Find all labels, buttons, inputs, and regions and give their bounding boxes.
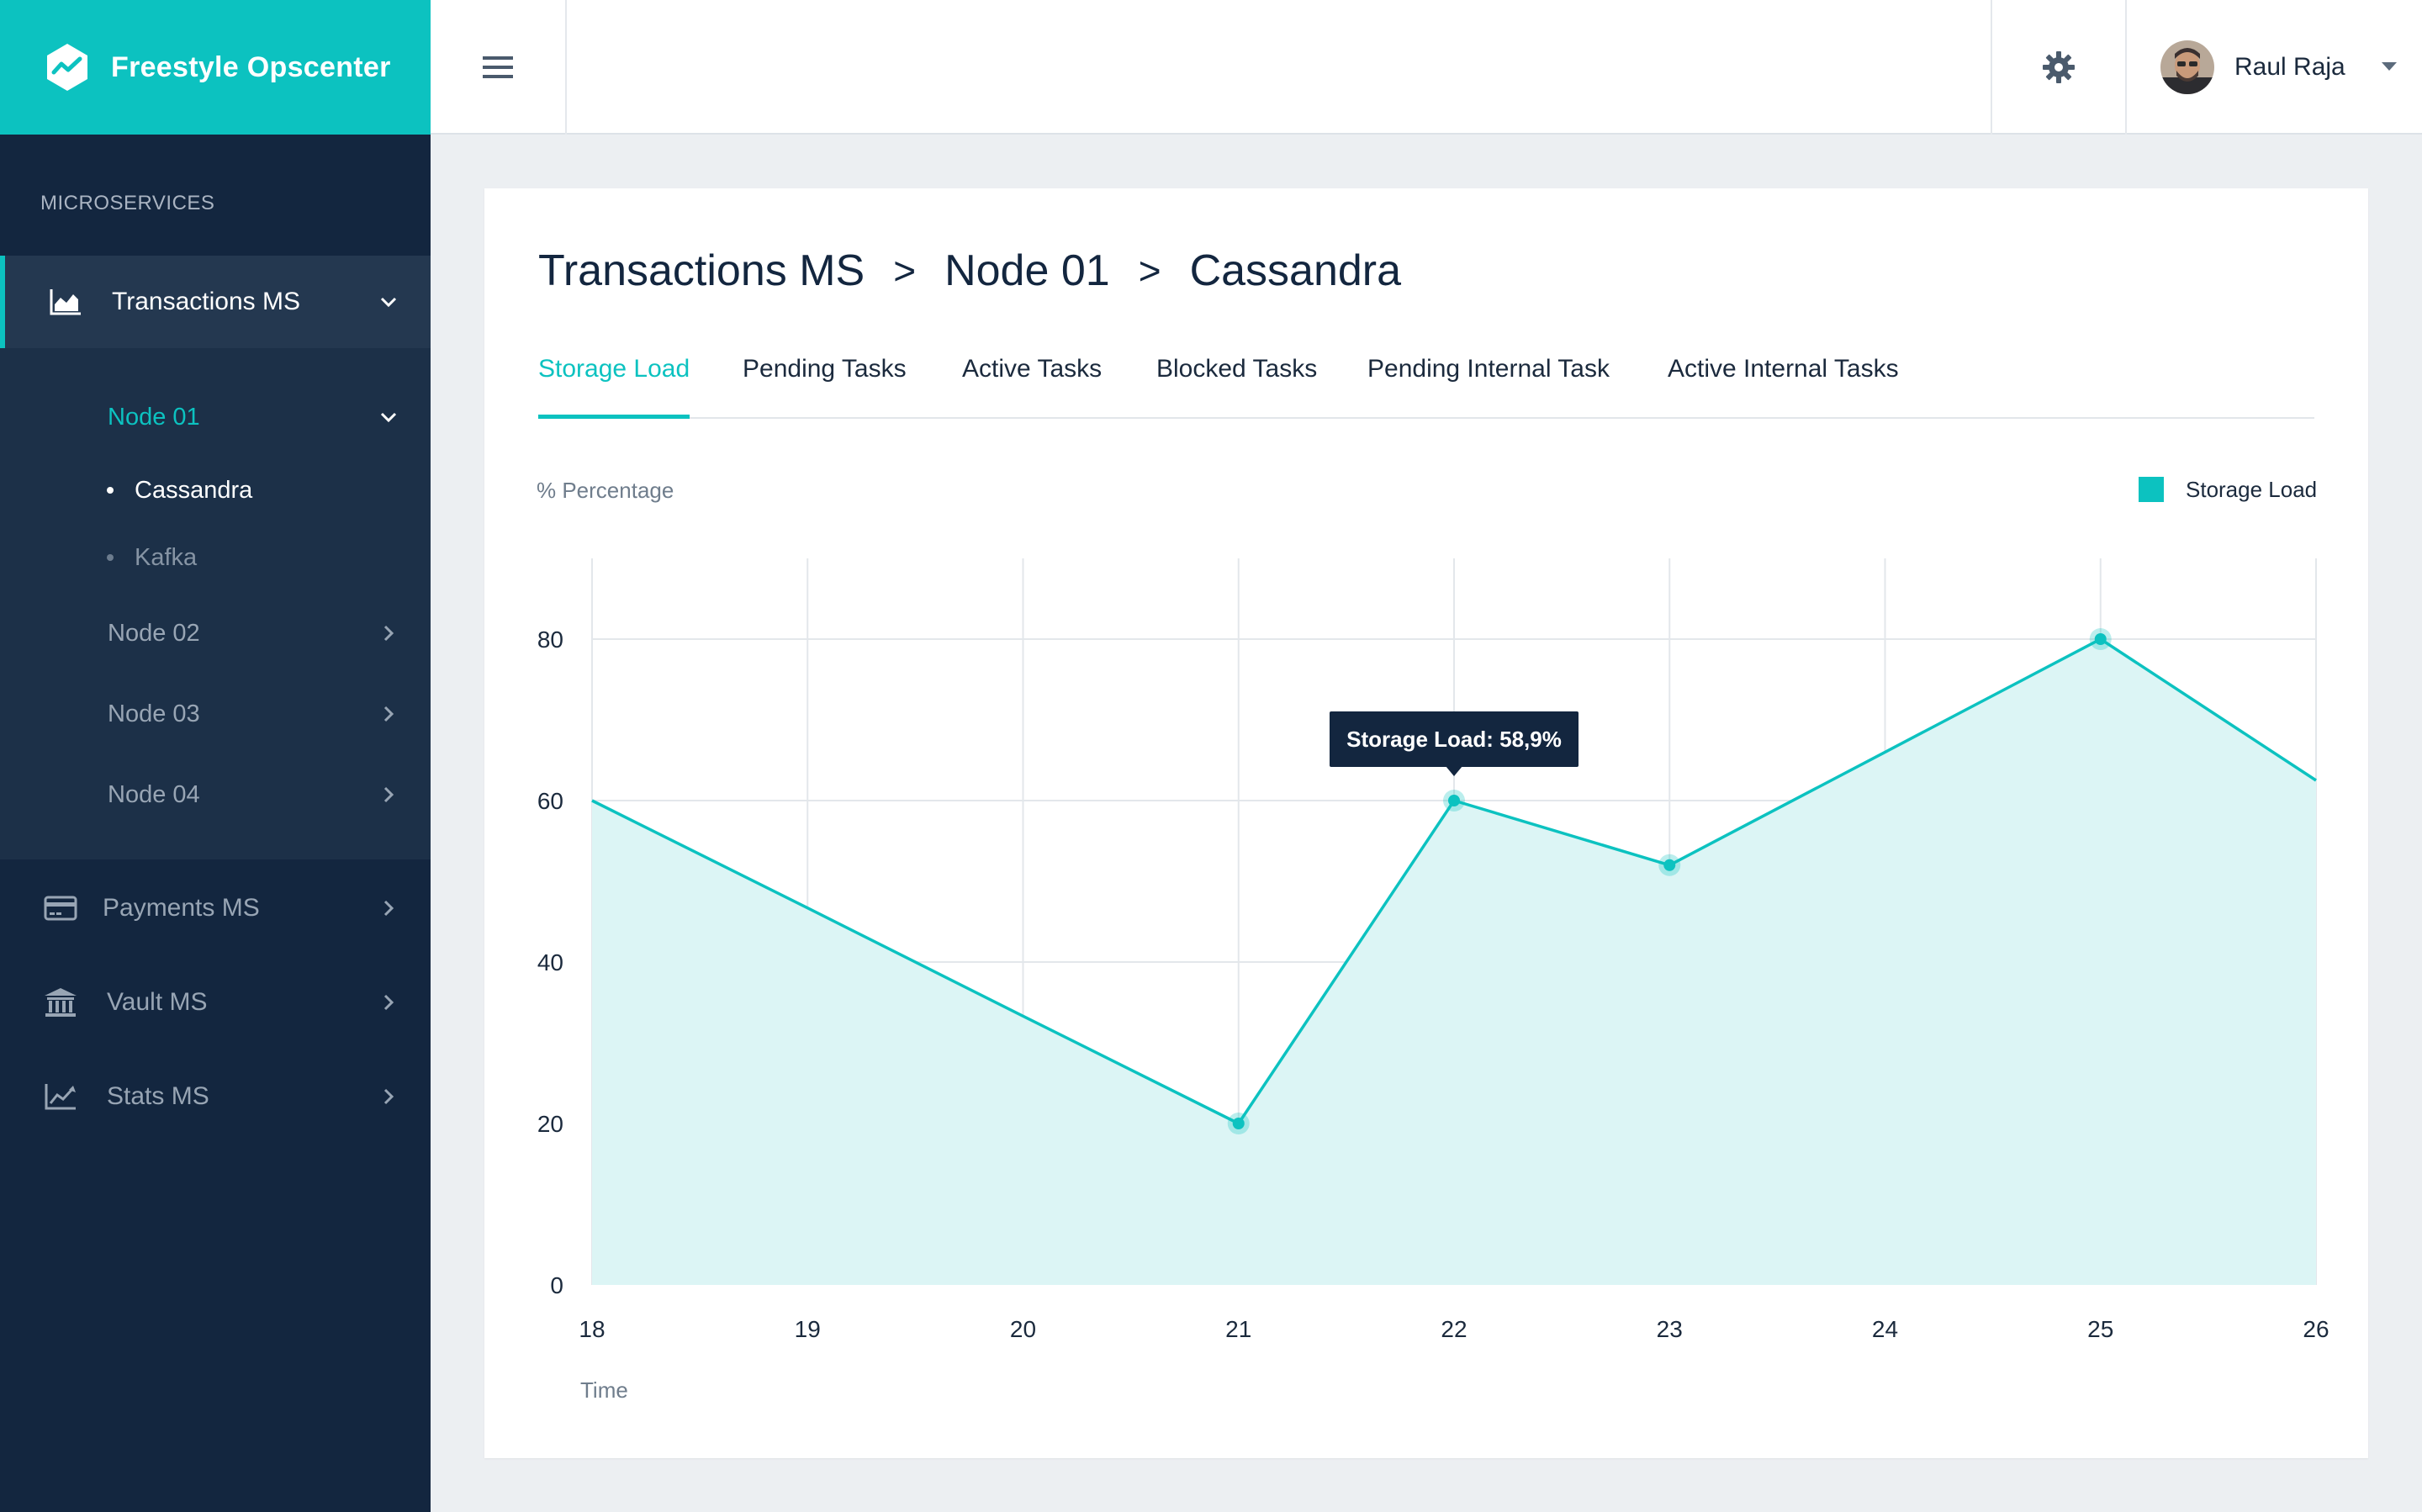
sidebar-item-label: Node 03	[108, 700, 200, 727]
y-axis-label: % Percentage	[537, 478, 674, 503]
y-tick-label: 40	[537, 949, 563, 975]
x-axis-label: Time	[580, 1377, 628, 1403]
sidebar-item-label: Stats MS	[107, 1082, 209, 1110]
area-chart-icon	[47, 283, 84, 320]
bullet-icon	[107, 487, 114, 494]
sidebar-item-stats-ms[interactable]: Stats MS	[0, 1071, 431, 1122]
bank-icon	[42, 984, 79, 1021]
sidebar-item-node-02[interactable]: Node 02	[0, 608, 431, 658]
hamburger-icon	[483, 56, 513, 78]
chevron-right-icon	[378, 704, 399, 724]
chevron-right-icon	[378, 785, 399, 805]
tooltip-arrow	[1446, 766, 1462, 776]
user-name: Raul Raja	[2234, 53, 2345, 81]
sidebar-item-payments-ms[interactable]: Payments MS	[0, 883, 431, 933]
chevron-right-icon	[378, 992, 399, 1012]
storage-load-chart: 18 19 20 21 22 23 24 25 26 0 20 40 60 80 % Percentage T…	[537, 477, 2329, 1403]
legend-label: Storage Load	[2186, 477, 2317, 502]
y-tick-label: 60	[537, 788, 563, 814]
x-tick-label: 20	[1010, 1316, 1036, 1342]
x-tick-label: 22	[1441, 1316, 1467, 1342]
y-tick-label: 80	[537, 626, 563, 653]
app-name: Freestyle Opscenter	[111, 50, 391, 83]
sidebar-item-label: Node 01	[108, 403, 200, 431]
logo-icon	[47, 44, 87, 91]
data-point	[2094, 633, 2107, 645]
x-tick-label: 23	[1657, 1316, 1683, 1342]
x-tick-label: 21	[1225, 1316, 1251, 1342]
x-tick-label: 19	[795, 1316, 821, 1342]
avatar	[2160, 40, 2214, 94]
y-tick-label: 0	[550, 1272, 563, 1298]
menu-button[interactable]	[431, 0, 567, 135]
sidebar-item-node-01[interactable]: Node 01	[0, 392, 431, 442]
user-menu[interactable]: Raul Raja	[2127, 0, 2422, 135]
sidebar-item-node-03[interactable]: Node 03	[0, 689, 431, 739]
sidebar-item-label: Node 04	[108, 780, 200, 808]
tooltip-text: Storage Load: 58,9%	[1346, 727, 1562, 752]
brand[interactable]: Freestyle Opscenter	[0, 0, 431, 135]
sidebar-item-label: Node 02	[108, 619, 200, 647]
line-chart-icon	[42, 1078, 79, 1115]
sidebar-item-label: Kafka	[135, 543, 198, 571]
gear-icon	[2043, 51, 2075, 83]
x-tick-label: 24	[1872, 1316, 1898, 1342]
data-point	[1232, 1118, 1245, 1129]
sidebar-item-cassandra[interactable]: Cassandra	[0, 467, 431, 514]
section-label: MICROSERVICES	[40, 192, 215, 214]
chevron-down-icon	[378, 292, 399, 312]
chevron-right-icon	[378, 623, 399, 643]
sidebar-item-node-04[interactable]: Node 04	[0, 769, 431, 820]
chevron-right-icon	[378, 898, 399, 918]
main-card: Transactions MS > Node 01 > Cassandra St…	[484, 188, 2368, 1458]
sidebar-item-transactions-ms[interactable]: Transactions MS	[0, 256, 431, 348]
legend-swatch	[2139, 477, 2164, 502]
data-point	[1448, 795, 1460, 806]
sidebar-item-kafka[interactable]: Kafka	[0, 534, 431, 581]
chevron-down-icon	[378, 407, 399, 427]
y-tick-label: 20	[537, 1111, 563, 1137]
credit-card-icon	[42, 890, 79, 927]
chevron-right-icon	[378, 1086, 399, 1107]
x-tick-label: 18	[579, 1316, 605, 1342]
settings-button[interactable]	[1991, 0, 2127, 135]
x-tick-label: 26	[2303, 1316, 2329, 1342]
sidebar-item-label: Cassandra	[135, 476, 253, 504]
sidebar: Freestyle Opscenter MICROSERVICES Transa…	[0, 0, 431, 1512]
sidebar-item-label: Payments MS	[103, 894, 260, 922]
sub-menu: Node 01 Cassandra Kafka Node 02 Node 03	[0, 348, 431, 859]
top-bar: Raul Raja	[431, 0, 2422, 135]
x-tick-label: 25	[2087, 1316, 2113, 1342]
sidebar-item-label: Vault MS	[107, 988, 208, 1016]
caret-down-icon	[2382, 62, 2397, 71]
bullet-icon	[107, 554, 114, 561]
sidebar-item-vault-ms[interactable]: Vault MS	[0, 977, 431, 1028]
data-point	[1663, 859, 1676, 871]
sidebar-item-label: Transactions MS	[112, 288, 300, 315]
